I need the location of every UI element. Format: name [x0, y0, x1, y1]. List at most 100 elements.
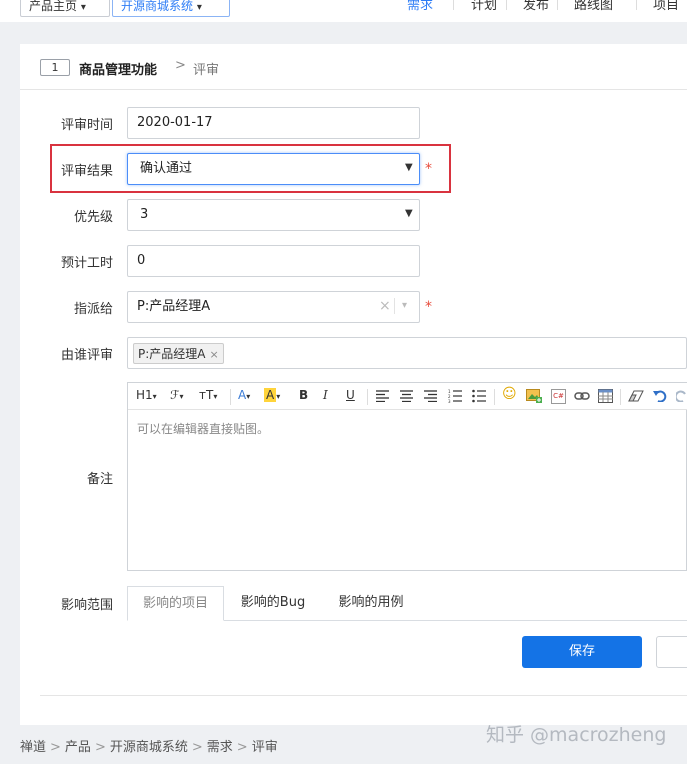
toolbar-divider — [494, 389, 495, 405]
back-button[interactable] — [656, 636, 687, 668]
font-size-button[interactable]: тT▾ — [199, 388, 217, 402]
breadcrumb-item[interactable]: 禅道 — [20, 740, 46, 755]
emoji-icon[interactable]: ☺ — [502, 386, 517, 402]
assigned-to-label: 指派给 — [73, 302, 113, 317]
breadcrumb-separator: > — [191, 740, 203, 755]
heading-button[interactable]: H1▾ — [136, 388, 157, 402]
breadcrumb-separator: > — [236, 740, 248, 755]
caret-down-icon: ▼ — [405, 208, 413, 219]
scope-label: 影响范围 — [60, 598, 113, 613]
table-icon[interactable] — [598, 389, 613, 403]
product-switcher[interactable]: 开源商城系统 ▾ — [112, 0, 230, 17]
toolbar-divider — [620, 389, 621, 405]
page-title: 商品管理功能 — [79, 63, 158, 78]
font-family-button[interactable]: ℱ▾ — [170, 388, 183, 402]
priority-value: 3 — [140, 207, 149, 222]
heading-icon: H1 — [136, 388, 153, 402]
breadcrumb-item[interactable]: 需求 — [207, 740, 233, 755]
toolbar-divider — [367, 389, 368, 405]
page-subtitle: 评审 — [193, 63, 220, 78]
caret-down-icon: ▼ — [405, 162, 413, 173]
clear-icon[interactable]: × — [379, 298, 391, 314]
chevron-right-icon: > — [175, 58, 186, 73]
tab-affected-bugs[interactable]: 影响的Bug — [230, 586, 316, 621]
align-right-icon[interactable] — [424, 390, 437, 402]
breadcrumb-item[interactable]: 开源商城系统 — [110, 740, 188, 755]
undo-icon[interactable] — [653, 389, 667, 402]
nav-divider — [557, 0, 558, 10]
nav-divider — [453, 0, 454, 10]
watermark: 知乎 @macrozheng — [486, 724, 667, 746]
caret-down-icon: ▾ — [152, 392, 157, 401]
nav-divider — [506, 0, 507, 10]
redo-icon[interactable] — [676, 389, 687, 402]
comment-label: 备注 — [86, 472, 113, 487]
save-button[interactable]: 保存 — [522, 636, 642, 668]
breadcrumb-separator: > — [50, 740, 61, 755]
nav-divider — [636, 0, 637, 10]
product-home-label: 产品主页 — [29, 0, 78, 13]
priority-select[interactable]: 3 — [127, 199, 420, 231]
highlight-icon: A — [264, 388, 277, 402]
svg-text:3: 3 — [448, 399, 451, 403]
product-name-label: 开源商城系统 — [121, 0, 194, 13]
nav-release[interactable]: 发布 — [523, 0, 549, 13]
editor-placeholder: 可以在编辑器直接贴图。 — [137, 422, 270, 436]
review-result-value: 确认通过 — [140, 161, 193, 176]
product-home-dropdown[interactable]: 产品主页 ▾ — [20, 0, 110, 17]
nav-project[interactable]: 项目 — [653, 0, 679, 13]
divider — [40, 695, 687, 696]
chevron-down-icon: ▾ — [80, 2, 86, 13]
review-date-value: 2020-01-17 — [137, 115, 213, 130]
required-mark: * — [425, 299, 432, 315]
underline-button[interactable]: U — [346, 388, 355, 402]
story-id-badge: 1 — [40, 59, 70, 76]
required-mark: * — [425, 161, 432, 177]
caret-down-icon: ▾ — [213, 392, 218, 401]
eraser-icon[interactable] — [628, 390, 644, 402]
estimate-value: 0 — [137, 253, 146, 268]
caret-down-icon: ▾ — [179, 392, 184, 401]
highlight-button[interactable]: A ▾ — [264, 388, 280, 402]
estimate-label: 预计工时 — [60, 256, 113, 271]
breadcrumb-separator: > — [94, 740, 106, 755]
review-result-select[interactable]: 确认通过 — [127, 153, 420, 185]
footer-breadcrumb: 禅道 > 产品 > 开源商城系统 > 需求 > 评审 — [20, 736, 278, 755]
nav-requirements[interactable]: 需求 — [407, 0, 433, 13]
remove-icon[interactable]: × — [210, 348, 219, 361]
caret-down-icon: ▾ — [246, 392, 251, 401]
estimate-input[interactable]: 0 — [127, 245, 420, 277]
chevron-down-icon: ▾ — [196, 2, 202, 13]
bullet-list-icon[interactable] — [472, 389, 486, 403]
reviewer-chip: P:产品经理A × — [133, 343, 224, 364]
review-date-label: 评审时间 — [60, 118, 113, 133]
reviewer-chip-label: P:产品经理A — [138, 347, 206, 361]
align-left-icon[interactable] — [376, 390, 389, 402]
priority-label: 优先级 — [73, 210, 113, 225]
review-date-input[interactable]: 2020-01-17 — [127, 107, 420, 139]
align-center-icon[interactable] — [400, 390, 413, 402]
font-color-icon: A — [238, 388, 247, 402]
link-icon[interactable] — [574, 391, 590, 401]
tab-affected-projects[interactable]: 影响的项目 — [127, 586, 224, 621]
tab-affected-cases[interactable]: 影响的用例 — [326, 586, 416, 621]
review-result-label: 评审结果 — [60, 164, 113, 179]
assigned-to-select[interactable]: P:产品经理A — [127, 291, 420, 323]
select-divider — [394, 298, 395, 314]
nav-roadmap[interactable]: 路线图 — [574, 0, 613, 13]
caret-down-icon: ▾ — [276, 392, 281, 401]
font-size-icon: тT — [199, 388, 214, 402]
comment-editor[interactable] — [127, 382, 687, 571]
chevron-down-icon[interactable]: ▾ — [402, 300, 407, 311]
breadcrumb-item: 评审 — [251, 740, 278, 755]
code-icon[interactable]: C# — [551, 389, 566, 404]
reviewed-by-label: 由谁评审 — [60, 348, 113, 363]
image-icon[interactable] — [526, 388, 542, 403]
ordered-list-icon[interactable]: 123 — [448, 389, 462, 403]
breadcrumb-item[interactable]: 产品 — [65, 740, 91, 755]
italic-button[interactable]: I — [323, 388, 328, 402]
font-color-button[interactable]: A▾ — [238, 388, 250, 402]
nav-plan[interactable]: 计划 — [471, 0, 497, 13]
bold-button[interactable]: B — [299, 388, 308, 402]
toolbar-divider — [230, 389, 231, 405]
